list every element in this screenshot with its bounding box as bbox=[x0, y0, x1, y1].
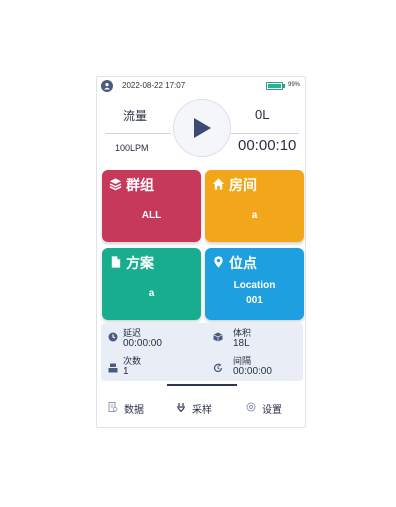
gear-icon bbox=[246, 402, 256, 412]
play-icon bbox=[194, 118, 211, 138]
plan-tile[interactable]: 方案 a bbox=[102, 248, 201, 320]
location-tile-value-line1: Location bbox=[233, 280, 276, 291]
delay-value[interactable]: 00:00:00 bbox=[123, 338, 162, 349]
nav-sampling[interactable]: 采样 bbox=[192, 401, 212, 416]
flow-rate-value[interactable]: 100LPM bbox=[115, 143, 149, 153]
location-tile-value-line2: 001 bbox=[246, 295, 263, 306]
home-icon bbox=[212, 178, 225, 190]
refresh-timer-icon bbox=[213, 363, 223, 373]
plan-tile-title: 方案 bbox=[126, 255, 154, 271]
battery-level bbox=[268, 84, 281, 88]
header-divider-right bbox=[231, 133, 299, 134]
app-screen: 2022-08-22 17:07 99% 流量 100LPM 0L 00:00:… bbox=[96, 76, 306, 428]
document-icon bbox=[111, 256, 121, 268]
sampling-icon bbox=[177, 403, 185, 412]
data-report-icon bbox=[108, 402, 118, 412]
nav-settings[interactable]: 设置 bbox=[262, 401, 282, 416]
group-tile-value: ALL bbox=[141, 210, 162, 221]
map-pin-icon bbox=[214, 256, 223, 268]
nav-data[interactable]: 数据 bbox=[124, 401, 144, 416]
layers-icon bbox=[109, 178, 122, 191]
location-tile[interactable]: 位点 Location 001 bbox=[205, 248, 304, 320]
flow-label: 流量 bbox=[123, 109, 148, 123]
box-icon bbox=[213, 332, 223, 342]
group-tile-title: 群组 bbox=[126, 177, 154, 193]
header-divider-left bbox=[105, 133, 171, 134]
battery-icon bbox=[266, 82, 283, 90]
elapsed-timer: 00:00:10 bbox=[238, 137, 297, 154]
room-tile-value: a bbox=[251, 210, 258, 221]
count-value[interactable]: 1 bbox=[123, 366, 129, 377]
room-tile[interactable]: 房间 a bbox=[205, 170, 304, 242]
user-avatar-icon[interactable] bbox=[101, 80, 113, 92]
nav-active-indicator bbox=[167, 384, 237, 386]
room-tile-title: 房间 bbox=[229, 177, 257, 193]
location-tile-title: 位点 bbox=[229, 255, 257, 271]
volume-setting-value[interactable]: 18L bbox=[233, 338, 250, 349]
sampling-info-panel: 延迟 00:00:00 体积 18L 次数 1 间隔 00:00:00 bbox=[101, 323, 303, 381]
sampled-volume: 0L bbox=[255, 107, 270, 122]
status-bar: 2022-08-22 17:07 99% bbox=[97, 77, 305, 95]
plan-tile-value: a bbox=[148, 288, 155, 299]
group-tile[interactable]: 群组 ALL bbox=[102, 170, 201, 242]
battery-cap bbox=[283, 84, 285, 88]
play-button[interactable] bbox=[173, 99, 231, 157]
clock-icon bbox=[108, 332, 118, 342]
interval-value[interactable]: 00:00:00 bbox=[233, 366, 272, 377]
counter-icon bbox=[108, 363, 118, 373]
battery-percent: 99% bbox=[288, 82, 301, 88]
status-datetime: 2022-08-22 17:07 bbox=[122, 81, 186, 90]
